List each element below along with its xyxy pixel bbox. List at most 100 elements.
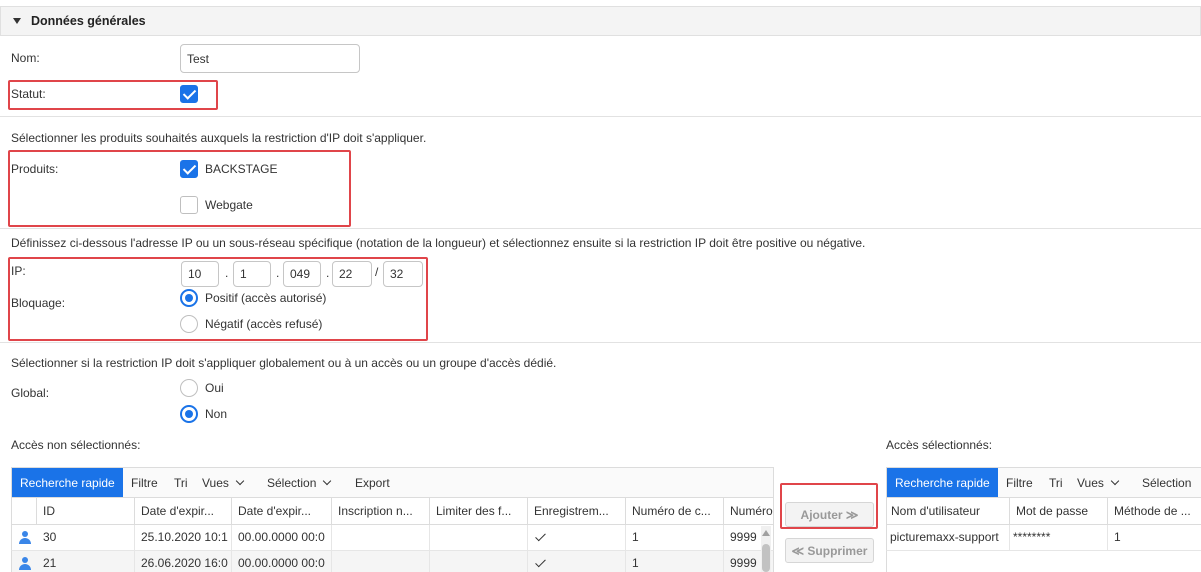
left-quick-search-button[interactable]: Recherche rapide [12,468,123,498]
ip-dot: . [225,266,229,280]
global-non-label: Non [205,407,228,421]
cell-numero-c: 1 [626,551,724,572]
cell-nom-utilisateur: picturemaxx-support [887,525,1010,550]
global-intro: Sélectionner si la restriction IP doit s… [11,356,557,370]
cell-id: 21 [37,551,135,572]
global-oui-label: Oui [205,381,224,395]
ip-octet-1-input[interactable] [181,261,219,287]
left-grid-toolbar: Recherche rapide Filtre Tri Vues Sélecti… [11,467,774,498]
left-grid-scrollbar[interactable] [761,526,771,572]
ip-label: IP: [11,264,26,278]
chevron-down-icon [235,476,245,486]
cell-numero: 9999 [730,556,757,570]
ip-intro: Définissez ci-dessous l'adresse IP ou un… [11,236,866,250]
right-quick-search-button[interactable]: Recherche rapide [887,468,998,498]
bloquage-negatif-radio[interactable] [180,315,198,333]
right-grid-toolbar: Recherche rapide Filtre Tri Vues Sélecti… [886,467,1201,498]
ip-octet-3-input[interactable] [283,261,321,287]
cell-date-expiration-2: 00.00.0000 00:0 [232,525,332,550]
cell-numero: 9999 [730,530,757,544]
webgate-checkbox[interactable] [180,196,198,214]
bloquage-positif-label: Positif (accès autorisé) [205,291,327,305]
left-header-date-expiration-2[interactable]: Date d'expir... [232,498,332,524]
table-row[interactable]: picturemaxx-support ******** 1 [886,525,1201,551]
section-header-donnees-generales[interactable]: Données générales [0,6,1201,36]
right-selection-button[interactable]: Sélection [1142,468,1191,498]
left-header-date-expiration-1[interactable]: Date d'expir... [135,498,232,524]
right-filtre-button[interactable]: Filtre [1006,468,1033,498]
bloquage-label: Bloquage: [11,296,66,310]
user-icon [19,557,31,571]
left-header-limiter[interactable]: Limiter des f... [430,498,528,524]
left-tri-button[interactable]: Tri [174,468,188,498]
left-grid-header: ID Date d'expir... Date d'expir... Inscr… [11,497,774,525]
statut-checkbox[interactable] [180,85,198,103]
ip-octet-2-input[interactable] [233,261,271,287]
table-row[interactable]: 21 26.06.2020 16:0 00.00.0000 00:0 1 999… [11,551,774,572]
left-selection-button[interactable]: Sélection [267,468,332,498]
collapse-triangle-icon[interactable] [13,18,21,24]
bloquage-positif-radio[interactable] [180,289,198,307]
left-header-numero[interactable]: Numéro [724,498,773,524]
left-header-numero-c[interactable]: Numéro de c... [626,498,724,524]
supprimer-button[interactable]: ≪ Supprimer [785,538,874,563]
scroll-thumb[interactable] [762,544,770,572]
scroll-up-arrow-icon[interactable] [762,530,770,536]
ip-octet-4-input[interactable] [332,261,372,287]
left-vues-label: Vues [202,476,229,490]
ip-slash: / [375,265,379,279]
left-filtre-button[interactable]: Filtre [131,468,158,498]
right-tri-button[interactable]: Tri [1049,468,1063,498]
cell-date-expiration-2: 00.00.0000 00:0 [232,551,332,572]
cell-methode: 1 [1114,530,1121,544]
chevron-down-icon [323,476,332,486]
left-header-id[interactable]: ID [37,498,135,524]
section-title: Données générales [31,14,146,28]
cell-mot-de-passe: ******** [1010,525,1108,550]
bloquage-negatif-label: Négatif (accès refusé) [205,317,323,331]
ajouter-button[interactable]: Ajouter ≫ [785,502,874,527]
divider [0,228,1201,229]
nom-input[interactable] [180,44,360,73]
produits-label: Produits: [11,162,59,176]
ip-dot: . [276,266,280,280]
cell-limiter [430,551,528,572]
cell-date-expiration-1: 26.06.2020 16:0 [135,551,232,572]
cell-enregistrement [528,525,626,550]
check-icon [535,530,546,542]
table-row[interactable]: 30 25.10.2020 10:1 00.00.0000 00:0 1 999… [11,525,774,551]
left-export-button[interactable]: Export [355,468,390,498]
right-vues-button[interactable]: Vues [1077,468,1120,498]
chevron-down-icon [1110,476,1120,486]
left-header-icon-col [12,498,37,524]
webgate-label: Webgate [205,198,253,212]
cell-id: 30 [37,525,135,550]
backstage-label: BACKSTAGE [205,162,278,176]
nom-label: Nom: [11,51,40,65]
statut-label: Statut: [11,87,46,101]
divider [0,342,1201,343]
right-vues-label: Vues [1077,476,1104,490]
ip-mask-input[interactable] [383,261,423,287]
check-icon [535,556,546,568]
right-header-nom-utilisateur[interactable]: Nom d'utilisateur [887,498,1010,524]
produits-intro: Sélectionner les produits souhaités auxq… [11,131,427,145]
right-header-mot-de-passe[interactable]: Mot de passe [1010,498,1108,524]
left-header-enregistrement[interactable]: Enregistrem... [528,498,626,524]
backstage-checkbox[interactable] [180,160,198,178]
global-non-radio[interactable] [180,405,198,423]
left-vues-button[interactable]: Vues [202,468,245,498]
cell-numero-c: 1 [626,525,724,550]
global-label: Global: [11,386,50,400]
left-grid-title: Accès non sélectionnés: [11,438,141,452]
ip-dot: . [326,266,330,280]
right-grid-empty-area [886,551,1201,572]
cell-inscription [332,551,430,572]
cell-limiter [430,525,528,550]
left-header-inscription[interactable]: Inscription n... [332,498,430,524]
right-grid-title: Accès sélectionnés: [886,438,993,452]
right-header-methode[interactable]: Méthode de ... [1108,498,1201,524]
cell-inscription [332,525,430,550]
left-selection-label: Sélection [267,476,317,490]
global-oui-radio[interactable] [180,379,198,397]
